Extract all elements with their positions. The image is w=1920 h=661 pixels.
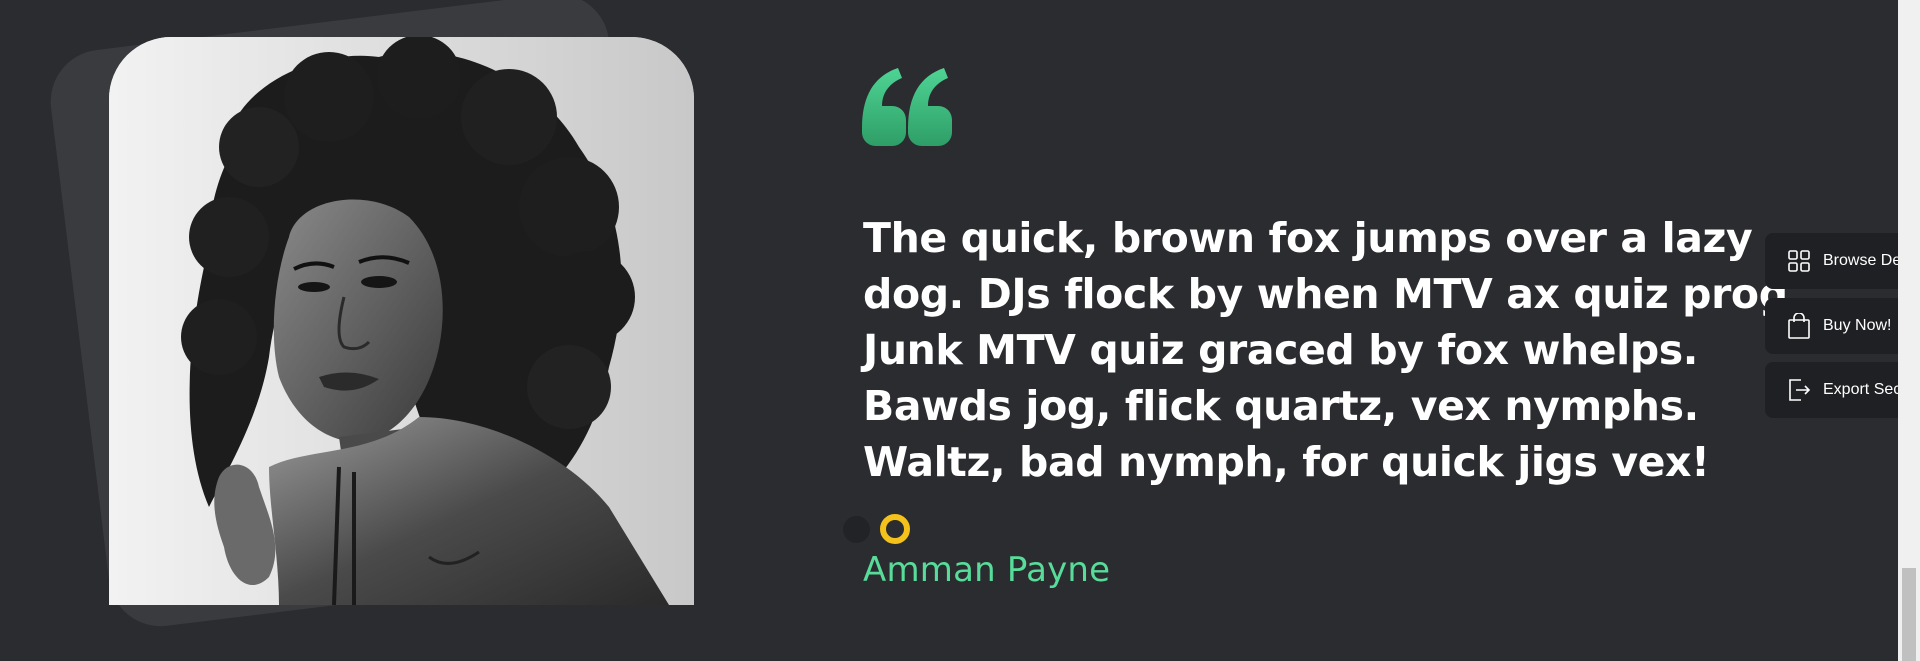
- export-section-button[interactable]: Export Sec: [1765, 362, 1920, 418]
- browse-demos-button[interactable]: Browse De: [1765, 233, 1920, 289]
- buy-now-label: Buy Now!: [1823, 317, 1892, 334]
- author-name: Amman Payne: [863, 550, 1111, 590]
- shopping-bag-icon: [1787, 313, 1811, 339]
- scrollbar-thumb[interactable]: [1902, 568, 1916, 661]
- page-scrollbar[interactable]: [1898, 0, 1920, 661]
- slide-dot-1[interactable]: [843, 515, 870, 543]
- export-icon: [1787, 377, 1811, 403]
- testimonial-quote: The quick, brown fox jumps over a lazy d…: [863, 214, 1803, 486]
- export-section-label: Export Sec: [1823, 381, 1902, 398]
- author-photo: [109, 37, 694, 605]
- quote-icon: [862, 68, 952, 146]
- slide-dot-2-active[interactable]: [880, 514, 910, 544]
- testimonial-section: The quick, brown fox jumps over a lazy d…: [0, 0, 1920, 661]
- grid-icon: [1787, 248, 1811, 274]
- browse-demos-label: Browse De: [1823, 252, 1902, 269]
- buy-now-button[interactable]: Buy Now!: [1765, 298, 1920, 354]
- portrait-illustration: [109, 37, 694, 605]
- slider-pagination: [843, 514, 910, 544]
